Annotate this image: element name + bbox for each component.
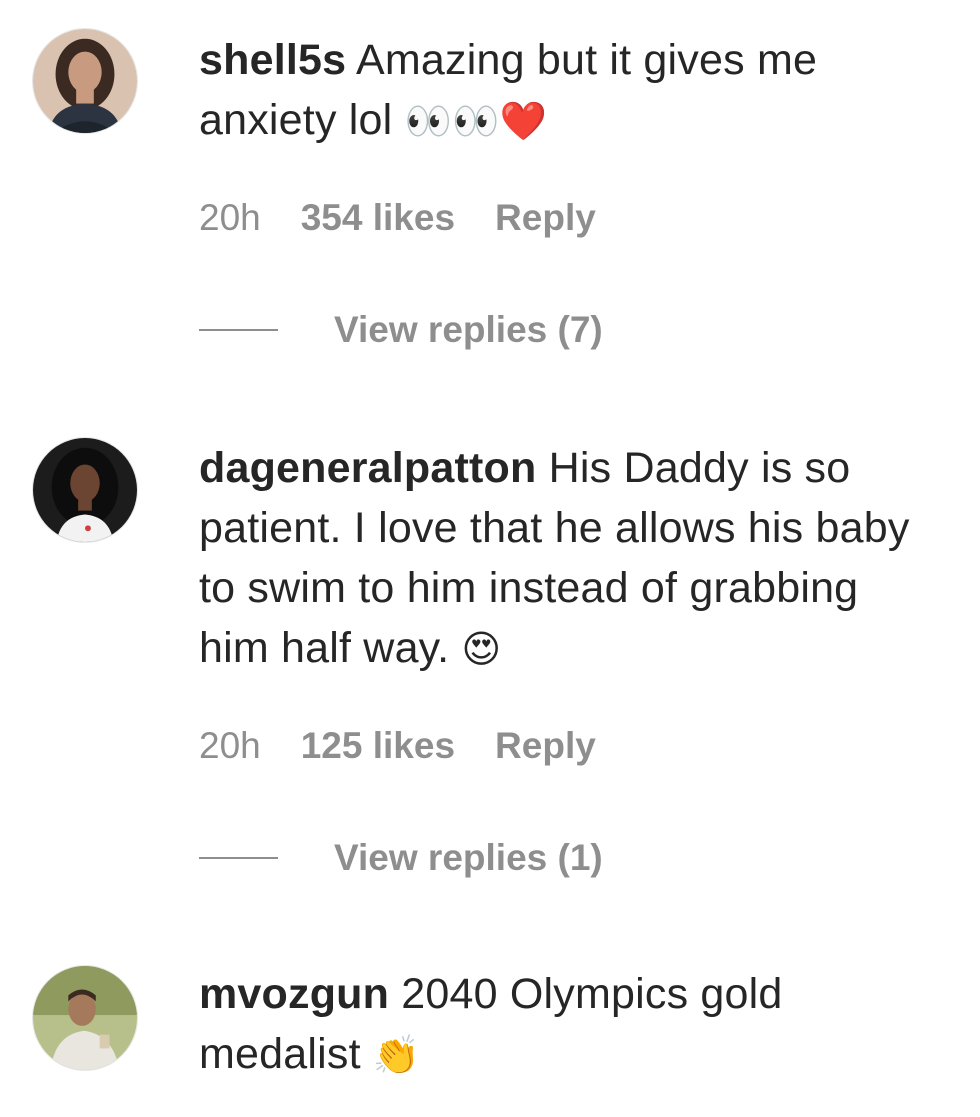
comment-text: shell5s Amazing but it gives me anxiety …: [199, 30, 939, 151]
comment-meta: 20h 125 likes Reply: [199, 724, 636, 768]
view-replies-row[interactable]: View replies (1): [199, 836, 603, 880]
avatar[interactable]: [32, 965, 138, 1071]
replies-divider-line: [199, 857, 278, 859]
heart-eyes-emoji-icon: 😍: [461, 627, 502, 671]
comment-text: mvozgun 2040 Olympics gold medalist 👏: [199, 964, 939, 1085]
clapping-hands-emoji-icon: 👏: [372, 1033, 421, 1077]
avatar-image: [33, 29, 137, 133]
view-replies-button[interactable]: View replies (7): [334, 308, 603, 352]
comment-meta: 20h 354 likes Reply: [199, 196, 636, 240]
avatar-image: [33, 966, 137, 1070]
view-replies-row[interactable]: View replies (7): [199, 308, 603, 352]
comment-username[interactable]: shell5s: [199, 36, 346, 84]
comment-timestamp: 20h: [199, 197, 261, 238]
avatar[interactable]: [32, 437, 138, 543]
comment-username[interactable]: dageneralpatton: [199, 444, 537, 492]
avatar[interactable]: [32, 28, 138, 134]
eyes-heart-emoji-icon: 👀👀❤️: [404, 99, 548, 143]
comment-text: dageneralpatton His Daddy is so patient.…: [199, 438, 939, 679]
comment-timestamp: 20h: [199, 725, 261, 766]
comment-likes[interactable]: 125 likes: [301, 724, 455, 768]
avatar-image: [33, 438, 137, 542]
comment-username[interactable]: mvozgun: [199, 970, 389, 1018]
replies-divider-line: [199, 329, 278, 331]
reply-button[interactable]: Reply: [495, 196, 596, 240]
comment-likes[interactable]: 354 likes: [301, 196, 455, 240]
view-replies-button[interactable]: View replies (1): [334, 836, 603, 880]
reply-button[interactable]: Reply: [495, 724, 596, 768]
